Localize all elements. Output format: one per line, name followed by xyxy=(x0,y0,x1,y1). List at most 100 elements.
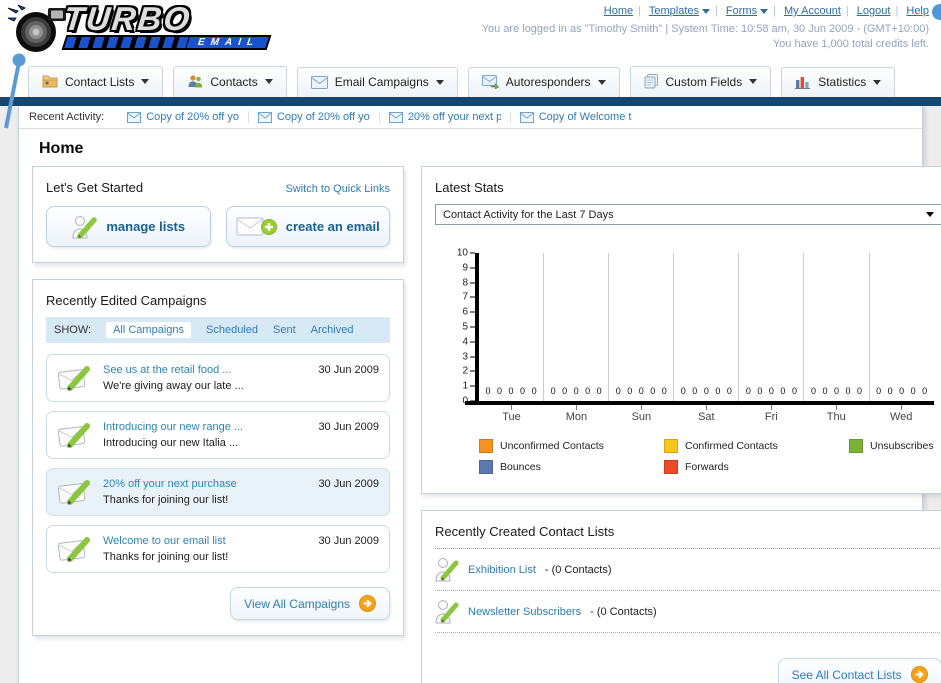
chevron-down-icon xyxy=(264,79,273,84)
logo-title: TURBO xyxy=(62,0,194,37)
nav-link-home[interactable]: Home xyxy=(604,5,633,17)
nav-link-forms[interactable]: Forms xyxy=(726,5,769,17)
filter-all-campaigns[interactable]: All Campaigns xyxy=(106,322,191,338)
contact-list-item: Exhibition List - (0 Contacts) xyxy=(435,549,941,591)
callout-pointer xyxy=(4,53,26,129)
campaign-date: 30 Jun 2009 xyxy=(318,364,379,376)
campaign-title-link[interactable]: Welcome to our email list xyxy=(103,533,308,550)
chart-legend: Unconfirmed Contacts Confirmed Contacts Un… xyxy=(479,439,934,474)
header-links: Home | Templates | Forms | My Account | Logo… xyxy=(603,5,929,17)
filter-sent[interactable]: Sent xyxy=(273,324,296,336)
header-right: Home | Templates | Forms | My Account | Logo… xyxy=(482,5,929,52)
contact-list-item: Newsletter Subscribers - (0 Contacts) xyxy=(435,591,941,633)
envelope-icon xyxy=(388,111,403,123)
tab-statistics[interactable]: Statistics xyxy=(781,67,896,97)
campaign-row[interactable]: Introducing our new range ... Introducin… xyxy=(46,411,390,459)
campaign-date: 30 Jun 2009 xyxy=(318,421,379,433)
chevron-down-icon xyxy=(597,79,606,85)
campaign-subtitle: Thanks for joining our list! xyxy=(103,494,229,506)
recent-activity-item[interactable]: Copy of 20% off yo xyxy=(247,111,379,123)
tab-custom-fields[interactable]: Custom Fields xyxy=(629,66,772,97)
campaign-row[interactable]: 20% off your next purchase Thanks for jo… xyxy=(46,468,390,516)
chevron-down-icon xyxy=(702,8,710,14)
campaign-title-link[interactable]: 20% off your next purchase xyxy=(103,476,308,493)
chevron-down-icon xyxy=(925,212,934,217)
page: TURBO EMAIL Home | Templates | Forms | My A… xyxy=(0,0,941,683)
tab-autoresponders[interactable]: Autoresponders xyxy=(467,67,620,97)
chevron-down-icon xyxy=(873,79,882,85)
logo-email-bar: EMAIL xyxy=(61,35,272,51)
recent-activity-bar: Recent Activity: Copy of 20% off yo Copy… xyxy=(19,106,922,129)
main-nav-tabs: Contact Lists Contacts Email Campaigns A… xyxy=(0,62,941,97)
page-title: Home xyxy=(39,140,84,157)
credits-info-line: You have 1,000 total credits left. xyxy=(772,37,929,50)
recent-activity-item[interactable]: Copy of 20% off yo xyxy=(118,111,248,123)
envelope-icon xyxy=(310,75,328,89)
login-info: You are logged in as "Timothy Smith" | S… xyxy=(482,22,929,52)
campaign-subtitle: Introducing our new Italia ... xyxy=(103,437,239,449)
main-content: Recent Activity: Copy of 20% off yo Copy… xyxy=(18,106,941,683)
arrow-circle-icon xyxy=(359,595,376,612)
recent-activity-item[interactable]: Copy of Welcome to xyxy=(509,111,641,123)
login-info-line: You are logged in as "Timothy Smith" | S… xyxy=(481,23,929,35)
contact-list-link[interactable]: Newsletter Subscribers xyxy=(468,606,581,618)
bar-chart-icon xyxy=(795,77,811,89)
latest-stats-panel: Latest Stats Contact Activity for the La… xyxy=(421,166,941,494)
chevron-down-icon xyxy=(749,79,758,84)
get-started-title: Let's Get Started xyxy=(46,180,144,195)
legend-item: Bounces xyxy=(479,460,664,474)
pages-icon xyxy=(644,74,658,89)
tab-contact-lists[interactable]: Contact Lists xyxy=(28,66,164,97)
envelope-pencil-icon xyxy=(57,479,90,505)
manage-lists-button[interactable]: manage lists xyxy=(46,206,211,247)
campaign-row[interactable]: Welcome to our email list Thanks for joi… xyxy=(46,525,390,573)
navy-divider-bar xyxy=(0,97,941,106)
filter-scheduled[interactable]: Scheduled xyxy=(206,324,258,336)
campaign-subtitle: Thanks for joining our list! xyxy=(103,551,229,563)
folder-icon xyxy=(42,75,58,88)
chart-plot: 00000000000000000000000000000000000 xyxy=(475,253,934,401)
create-email-button[interactable]: create an email xyxy=(225,206,390,247)
latest-stats-title: Latest Stats xyxy=(435,180,504,195)
nav-link-templates[interactable]: Templates xyxy=(649,5,710,17)
campaign-title-link[interactable]: Introducing our new range ... xyxy=(103,419,308,436)
logo-subtitle: EMAIL xyxy=(196,37,261,49)
tab-email-campaigns[interactable]: Email Campaigns xyxy=(296,67,458,97)
chevron-down-icon xyxy=(435,79,444,85)
person-pencil-icon xyxy=(72,215,98,239)
contacts-icon xyxy=(188,75,203,88)
envelope-pencil-icon xyxy=(57,536,90,562)
chevron-down-icon xyxy=(760,8,769,14)
stats-period-select[interactable]: Contact Activity for the Last 7 Days xyxy=(435,204,941,225)
see-all-contact-lists-button[interactable]: See All Contact Lists xyxy=(777,658,941,683)
legend-item: Unsubscribes xyxy=(849,439,934,453)
campaign-date: 30 Jun 2009 xyxy=(318,478,379,490)
nav-link-logout[interactable]: Logout xyxy=(857,5,891,17)
recent-contact-lists-panel: Recently Created Contact Lists Exhibitio… xyxy=(421,510,941,683)
nav-link-help[interactable]: Help xyxy=(906,5,929,17)
envelope-pencil-icon xyxy=(57,365,90,391)
tab-contacts[interactable]: Contacts xyxy=(173,66,287,97)
filter-archived[interactable]: Archived xyxy=(311,324,354,336)
nav-link-my-account[interactable]: My Account xyxy=(784,5,841,17)
contact-list-link[interactable]: Exhibition List xyxy=(468,564,536,576)
envelope-icon xyxy=(519,111,534,123)
envelope-pencil-icon xyxy=(57,422,90,448)
recent-activity-item[interactable]: 20% off your next p xyxy=(378,111,510,123)
campaign-subtitle: We're giving away our late ... xyxy=(103,380,244,392)
campaign-row[interactable]: See us at the retail food ... We're givi… xyxy=(46,354,390,402)
recent-contact-lists-title: Recently Created Contact Lists xyxy=(435,524,615,539)
chart-x-labels: Tue Mon Sun Sat Fri Thu Wed xyxy=(479,405,934,423)
chevron-down-icon xyxy=(141,79,150,84)
legend-item: Unconfirmed Contacts xyxy=(479,439,664,453)
envelope-icon xyxy=(127,111,142,123)
legend-item: Forwards xyxy=(664,460,849,474)
arrow-circle-icon xyxy=(910,666,928,683)
contact-activity-chart: 10 9 8 7 6 5 4 3 2 1 0 000000000000000000000000000… xyxy=(449,248,934,474)
contact-list-count: - (0 Contacts) xyxy=(590,605,657,618)
view-all-campaigns-button[interactable]: View All Campaigns xyxy=(230,587,390,620)
campaign-title-link[interactable]: See us at the retail food ... xyxy=(103,362,308,379)
turbo-swirl-icon xyxy=(8,5,66,52)
contact-list-count: - (0 Contacts) xyxy=(544,563,612,576)
switch-quick-links-link[interactable]: Switch to Quick Links xyxy=(285,183,390,195)
